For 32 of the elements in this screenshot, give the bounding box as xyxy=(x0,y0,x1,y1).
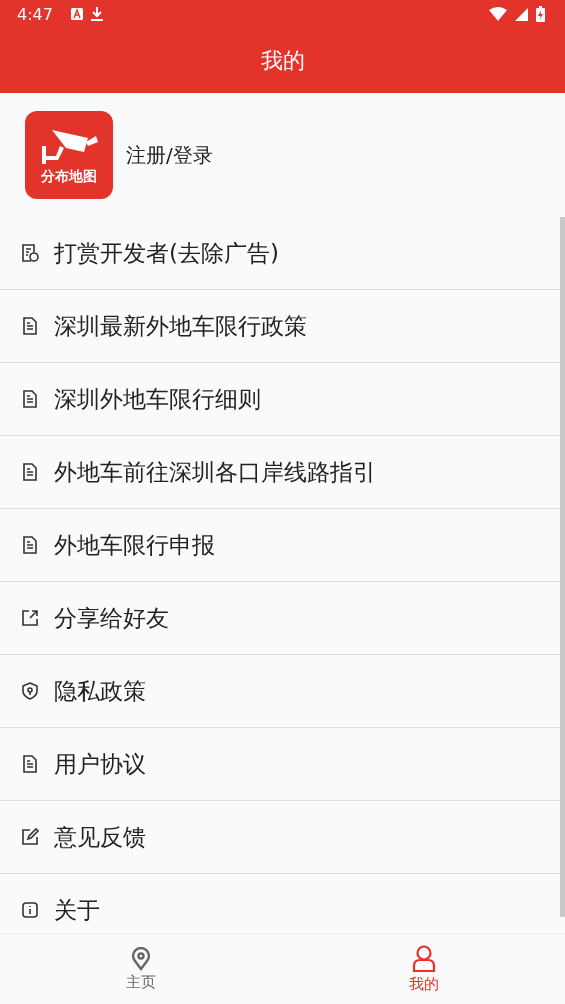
page-title: 我的 xyxy=(260,46,305,75)
nav-tab[interactable]: 我的 xyxy=(282,934,565,1004)
menu-item[interactable]: 外地车限行申报 xyxy=(0,509,560,582)
keyboard-icon xyxy=(70,8,83,20)
download-icon xyxy=(90,7,103,21)
menu-item[interactable]: 深圳外地车限行细则 xyxy=(0,363,560,436)
menu-item[interactable]: 用户协议 xyxy=(0,728,560,801)
receipt-icon xyxy=(20,243,40,263)
menu-item[interactable]: 打赏开发者(去除广告) xyxy=(0,217,560,290)
login-link[interactable]: 注册/登录 xyxy=(126,141,213,169)
document-icon xyxy=(20,535,40,555)
menu-item[interactable]: 意见反馈 xyxy=(0,801,560,874)
wifi-icon xyxy=(489,7,507,21)
signal-icon xyxy=(515,7,528,21)
share-icon xyxy=(20,608,40,628)
shield-icon xyxy=(20,681,40,701)
document-icon xyxy=(20,754,40,774)
status-time: 4:47 xyxy=(17,4,53,24)
nav-tab[interactable]: 主页 xyxy=(0,934,283,1004)
app-logo: 分布地图 xyxy=(25,111,113,199)
person-icon xyxy=(411,944,436,973)
menu-item[interactable]: 深圳最新外地车限行政策 xyxy=(0,290,560,363)
document-icon xyxy=(20,316,40,336)
document-icon xyxy=(20,462,40,482)
map-pin-icon xyxy=(130,946,153,971)
info-icon xyxy=(20,900,40,920)
edit-icon xyxy=(20,827,40,847)
menu-item[interactable]: 分享给好友 xyxy=(0,582,560,655)
document-icon xyxy=(20,389,40,409)
battery-icon xyxy=(536,6,545,22)
menu-item[interactable]: 隐私政策 xyxy=(0,655,560,728)
menu-item[interactable]: 外地车前往深圳各口岸线路指引 xyxy=(0,436,560,509)
